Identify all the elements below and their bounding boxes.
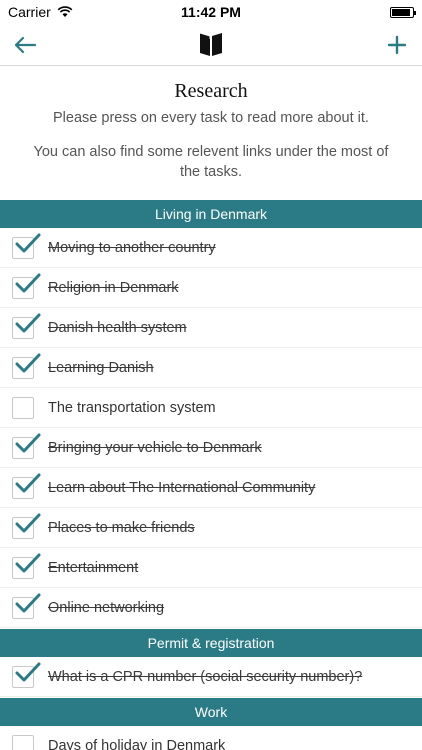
carrier-label: Carrier [8,4,51,20]
task-row[interactable]: Learn about The International Community [0,468,422,508]
checkmark-icon [15,473,41,493]
section-header-permit-registration: Permit & registration [0,629,422,657]
task-row[interactable]: Moving to another country [0,228,422,268]
task-checkbox[interactable] [12,735,34,750]
task-row[interactable]: Religion in Denmark [0,268,422,308]
checkmark-icon [15,433,41,453]
checkmark-icon [15,662,41,682]
status-bar: Carrier 11:42 PM [0,0,422,24]
book-icon [199,32,222,56]
task-row[interactable]: Learning Danish [0,348,422,388]
arrow-left-icon [14,36,37,54]
task-row[interactable]: Entertainment [0,548,422,588]
checkmark-icon [15,553,41,573]
page-title: Research [174,80,248,102]
task-row[interactable]: What is a CPR number (social security nu… [0,657,422,697]
task-row[interactable]: Places to make friends [0,508,422,548]
task-label: Days of holiday in Denmark [48,738,226,750]
task-row[interactable]: Online networking [0,588,422,628]
task-row[interactable]: The transportation system [0,388,422,428]
checkmark-icon [15,273,41,293]
section-header-work: Work [0,698,422,726]
add-button[interactable] [382,30,412,60]
task-label: What is a CPR number (social security nu… [48,669,363,685]
section-header-living-in-denmark: Living in Denmark [0,200,422,228]
task-row[interactable]: Days of holiday in Denmark [0,726,422,750]
battery-level [392,8,411,16]
task-label: The transportation system [48,400,216,416]
task-label: Danish health system [48,320,187,336]
checkmark-icon [15,313,41,333]
nav-bar [0,24,422,66]
task-label: Places to make friends [48,520,195,536]
task-row[interactable]: Danish health system [0,308,422,348]
back-button[interactable] [10,30,40,60]
task-label: Entertainment [48,560,139,576]
plus-icon [387,35,407,55]
task-label: Moving to another country [48,240,216,256]
task-label: Bringing your vehicle to Denmark [48,440,262,456]
page-note: You can also find some relevent links un… [33,144,389,180]
status-left: Carrier [8,4,73,20]
task-label: Learning Danish [48,360,154,376]
checkmark-icon [15,593,41,613]
task-row[interactable]: Bringing your vehicle to Denmark [0,428,422,468]
task-checkbox[interactable] [12,397,34,419]
checkmark-icon [15,513,41,533]
checkmark-icon [15,233,41,253]
task-label: Learn about The International Community [48,480,316,496]
battery-icon [390,6,416,18]
task-label: Online networking [48,600,165,616]
wifi-icon [57,6,73,17]
page-subtitle: Please press on every task to read more … [53,110,369,126]
checkmark-icon [15,353,41,373]
task-label: Religion in Denmark [48,280,179,296]
page-header: Research Please press on every task to r… [0,78,422,182]
